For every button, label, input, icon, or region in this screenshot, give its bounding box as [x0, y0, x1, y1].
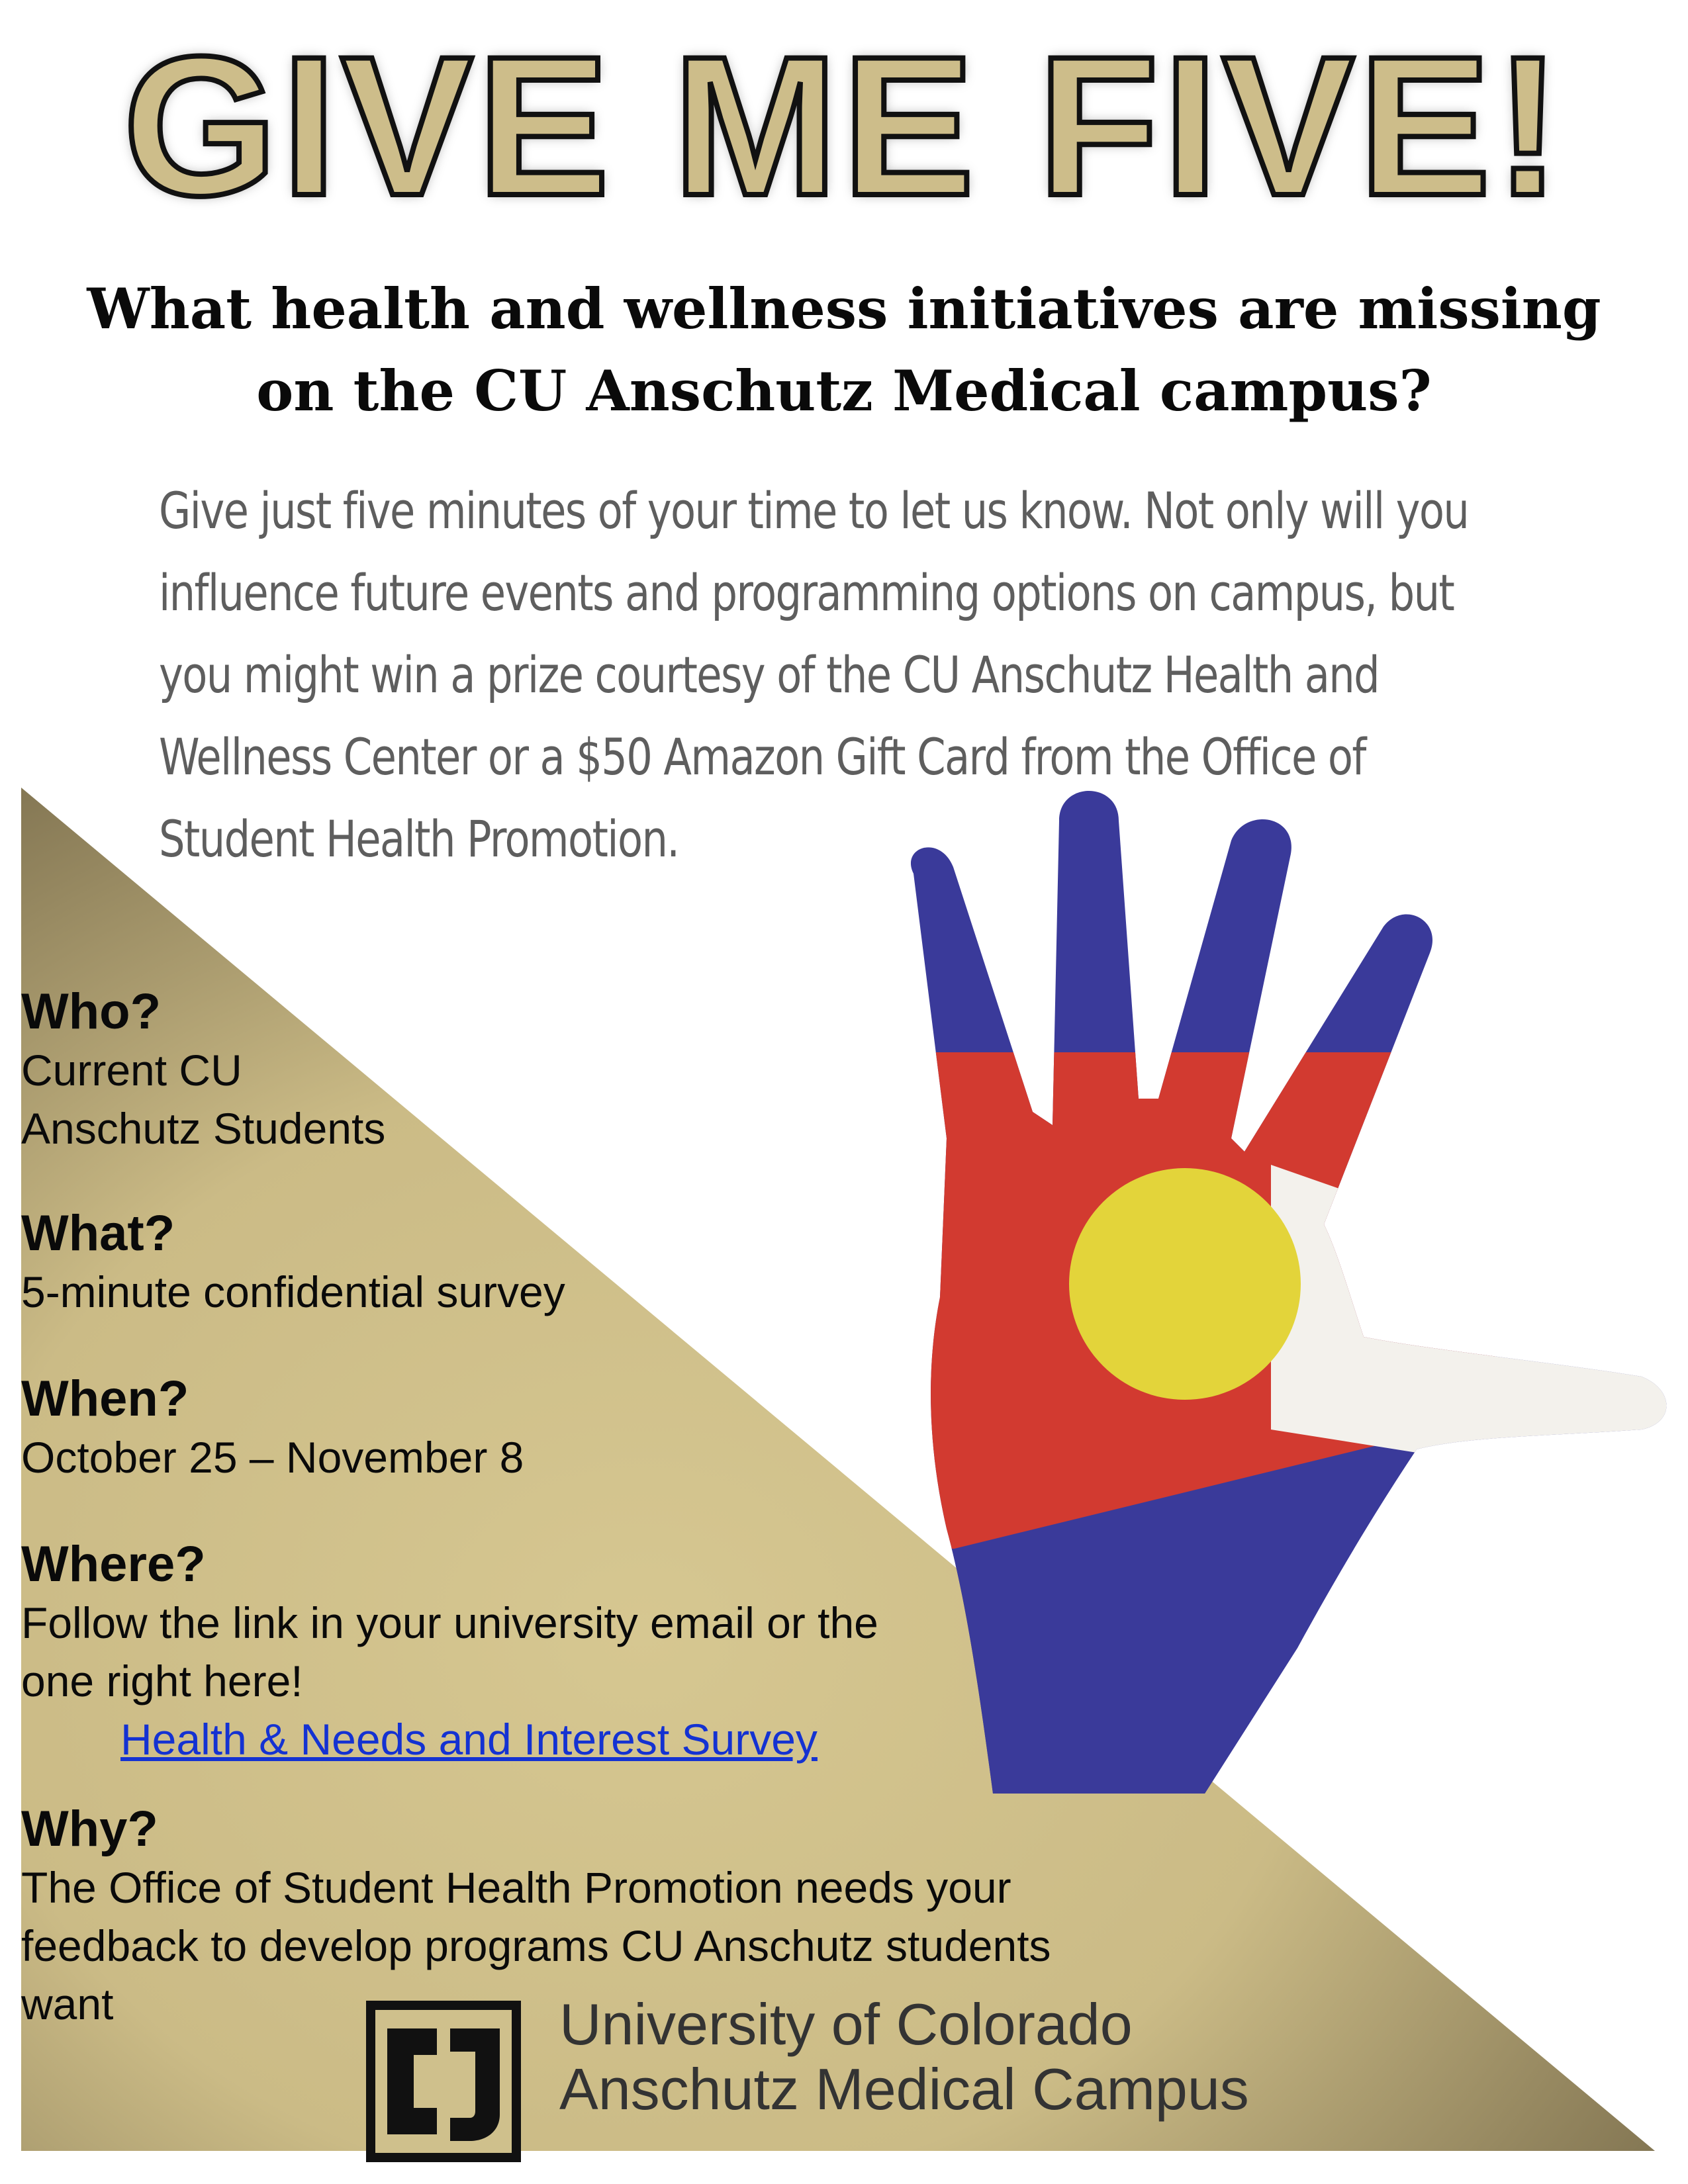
- university-line: University of Colorado: [559, 1991, 1133, 2057]
- intro-paragraph: Give just five minutes of your time to l…: [159, 470, 1470, 880]
- university-name: University of Colorado Anschutz Medical …: [559, 1992, 1249, 2122]
- headline-line: What health and wellness initiatives are…: [87, 276, 1601, 341]
- what-text: 5-minute confidential survey: [21, 1267, 565, 1316]
- what-heading: What?: [21, 1205, 175, 1261]
- intro-line: influence future events and programming …: [159, 563, 1455, 622]
- who-line: Anschutz Students: [21, 1104, 386, 1153]
- who-line: Current CU: [21, 1046, 242, 1095]
- intro-line: Give just five minutes of your time to l…: [159, 481, 1470, 540]
- why-heading: Why?: [21, 1801, 158, 1857]
- where-line: Follow the link in your university email…: [21, 1598, 878, 1647]
- cu-logo-icon: [366, 2001, 521, 2162]
- what-section: What? 5-minute confidential survey: [21, 1205, 1080, 1321]
- when-heading: When?: [21, 1371, 189, 1427]
- why-line: The Office of Student Health Promotion n…: [21, 1863, 1011, 1912]
- survey-link[interactable]: Health & Needs and Interest Survey: [120, 1710, 1080, 1768]
- where-line: one right here!: [21, 1657, 303, 1706]
- where-section: Where? Follow the link in your universit…: [21, 1535, 1080, 1768]
- intro-line: Student Health Promotion.: [159, 809, 680, 868]
- when-section: When? October 25 – November 8: [21, 1370, 1080, 1486]
- when-text: October 25 – November 8: [21, 1433, 524, 1482]
- where-heading: Where?: [21, 1536, 206, 1592]
- who-heading: Who?: [21, 983, 162, 1040]
- intro-line: Wellness Center or a $50 Amazon Gift Car…: [159, 727, 1366, 786]
- university-line: Anschutz Medical Campus: [559, 2056, 1249, 2122]
- headline-line: on the CU Anschutz Medical campus?: [256, 358, 1432, 424]
- headline-question: What health and wellness initiatives are…: [66, 268, 1622, 432]
- hero-title: GIVE ME FIVE!: [120, 15, 1566, 237]
- intro-line: you might win a prize courtesy of the CU…: [159, 645, 1380, 704]
- who-section: Who? Current CU Anschutz Students: [21, 983, 1080, 1158]
